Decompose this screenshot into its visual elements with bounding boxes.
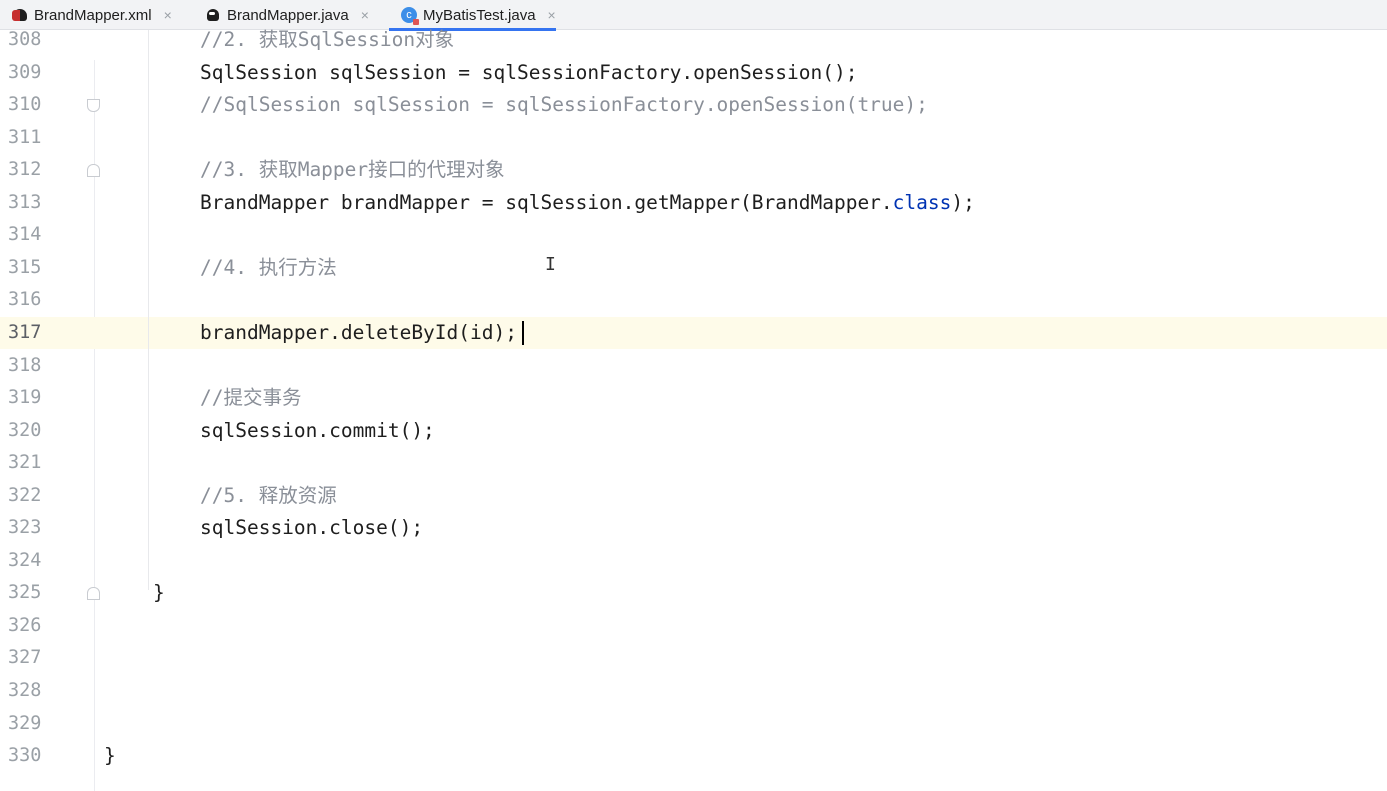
code-comment: //5. 释放资源 xyxy=(200,483,337,507)
code-line[interactable]: 315 //4. 执行方法 xyxy=(0,252,1387,284)
java-class-icon: c xyxy=(401,7,419,25)
line-number: 313 xyxy=(8,191,42,213)
fold-marker-icon[interactable] xyxy=(87,99,100,113)
code-line[interactable]: 311 xyxy=(0,122,1387,154)
code-line[interactable]: 316 xyxy=(0,284,1387,316)
line-number: 326 xyxy=(8,614,42,636)
code-segment: BrandMapper brandMapper = sqlSession.get… xyxy=(200,190,893,214)
line-number: 330 xyxy=(8,745,42,767)
code-line[interactable]: 321 xyxy=(0,447,1387,479)
code-line[interactable]: 323 sqlSession.close(); xyxy=(0,512,1387,544)
code-line[interactable]: 320 sqlSession.commit(); xyxy=(0,415,1387,447)
text-caret xyxy=(522,320,524,345)
fold-marker-icon[interactable] xyxy=(87,587,100,601)
code-editor[interactable]: 308 //2. 获取SqlSession对象 309 SqlSession sqlS… xyxy=(0,28,1387,791)
close-icon[interactable]: × xyxy=(361,7,369,23)
code-line[interactable]: 318 xyxy=(0,350,1387,382)
fold-marker-icon[interactable] xyxy=(87,164,100,178)
code-line[interactable]: 309 SqlSession sqlSession = sqlSessionFac… xyxy=(0,57,1387,89)
line-number: 311 xyxy=(8,126,42,148)
code-line[interactable]: 310 //SqlSession sqlSession = sqlSessionF… xyxy=(0,89,1387,121)
code-comment: //4. 执行方法 xyxy=(200,255,337,279)
line-number: 318 xyxy=(8,354,42,376)
line-number: 308 xyxy=(8,29,42,50)
code-comment: //提交事务 xyxy=(200,386,302,410)
tab-label: BrandMapper.java xyxy=(227,6,349,24)
xml-mapper-icon xyxy=(12,7,28,23)
code-line[interactable]: 314 xyxy=(0,219,1387,251)
line-number: 315 xyxy=(8,256,42,278)
code-line[interactable]: 319 //提交事务 xyxy=(0,382,1387,414)
code-line[interactable]: 322 //5. 释放资源 xyxy=(0,480,1387,512)
line-number: 316 xyxy=(8,289,42,311)
close-icon[interactable]: × xyxy=(548,7,556,23)
code-line[interactable]: 330} xyxy=(0,740,1387,772)
code-text: SqlSession sqlSession = sqlSessionFactor… xyxy=(200,60,858,84)
tab-label: BrandMapper.xml xyxy=(34,6,152,24)
code-line[interactable]: 308 //2. 获取SqlSession对象 xyxy=(0,24,1387,56)
line-number: 327 xyxy=(8,647,42,669)
line-number: 309 xyxy=(8,61,42,83)
line-number: 325 xyxy=(8,582,42,604)
code-line[interactable]: 324 xyxy=(0,545,1387,577)
code-text: BrandMapper brandMapper = sqlSession.get… xyxy=(200,187,975,219)
keyword-token: class xyxy=(892,190,952,214)
code-text: brandMapper.deleteById(id); xyxy=(200,320,517,344)
code-text: sqlSession.close(); xyxy=(200,516,424,540)
line-number: 322 xyxy=(8,484,42,506)
close-icon[interactable]: × xyxy=(164,7,172,23)
line-number: 310 xyxy=(8,94,42,116)
code-line[interactable]: 312 //3. 获取Mapper接口的代理对象 xyxy=(0,154,1387,186)
code-comment: //2. 获取SqlSession对象 xyxy=(200,28,455,51)
indent-guide xyxy=(148,30,149,590)
line-number: 320 xyxy=(8,419,42,441)
code-line[interactable]: 313 BrandMapper brandMapper = sqlSession.… xyxy=(0,187,1387,219)
code-line[interactable]: 317 brandMapper.deleteById(id); xyxy=(0,316,1387,349)
code-line[interactable]: 325} xyxy=(0,577,1387,609)
code-comment: //3. 获取Mapper接口的代理对象 xyxy=(200,158,505,182)
line-number: 321 xyxy=(8,452,42,474)
code-line[interactable]: 329 xyxy=(0,708,1387,740)
code-line[interactable]: 328 xyxy=(0,675,1387,707)
line-number: 319 xyxy=(8,387,42,409)
line-number: 317 xyxy=(8,321,42,343)
code-text: sqlSession.commit(); xyxy=(200,418,435,442)
code-segment: ); xyxy=(951,190,975,214)
line-number: 329 xyxy=(8,712,42,734)
code-line[interactable]: 327 xyxy=(0,642,1387,674)
code-line[interactable]: 326 xyxy=(0,610,1387,642)
mouse-ibeam-cursor-icon: I xyxy=(545,254,556,275)
code-text: } xyxy=(104,744,116,768)
line-number: 312 xyxy=(8,159,42,181)
line-number: 314 xyxy=(8,224,42,246)
code-text: } xyxy=(153,581,165,605)
line-number: 324 xyxy=(8,549,42,571)
java-interface-icon xyxy=(205,7,221,23)
code-comment: //SqlSession sqlSession = sqlSessionFact… xyxy=(200,93,928,117)
tab-label: MyBatisTest.java xyxy=(423,6,536,24)
line-number: 323 xyxy=(8,517,42,539)
line-number: 328 xyxy=(8,680,42,701)
